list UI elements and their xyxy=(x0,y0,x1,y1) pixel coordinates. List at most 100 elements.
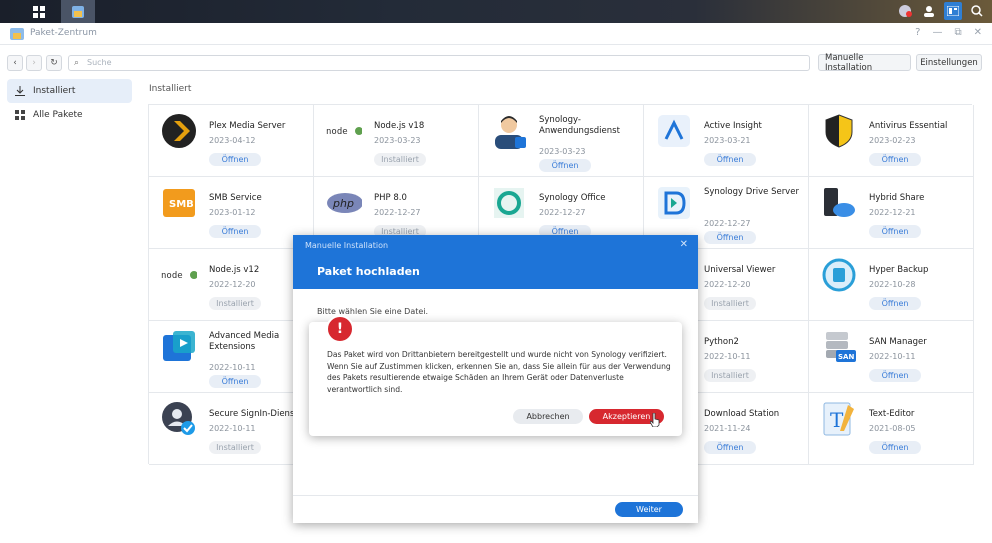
package-card[interactable]: Hybrid Share 2022-12-21 Öffnen xyxy=(809,177,974,249)
package-card[interactable]: T Text-Editor 2021-08-05 Öffnen xyxy=(809,393,974,465)
dialog-heading: Paket hochladen xyxy=(317,265,420,278)
text-editor-icon: T xyxy=(821,401,857,437)
widgets-icon[interactable] xyxy=(944,2,962,20)
package-name: Hybrid Share xyxy=(869,193,925,203)
open-button[interactable]: Öffnen xyxy=(869,441,921,454)
back-button[interactable]: ‹ xyxy=(7,55,23,71)
hyper-backup-icon xyxy=(821,257,857,293)
installed-badge: Installiert xyxy=(704,369,756,382)
open-button[interactable]: Öffnen xyxy=(869,153,921,166)
package-date: 2023-01-12 xyxy=(209,208,256,217)
package-date: 2022-12-27 xyxy=(374,208,421,217)
search-input[interactable]: ⌕ Suche xyxy=(68,55,810,71)
hand-cursor-icon xyxy=(650,413,660,427)
open-button[interactable]: Öffnen xyxy=(209,153,261,166)
package-card[interactable]: node Node.js v18 2023-03-23 Installiert xyxy=(314,105,479,177)
open-button[interactable]: Öffnen xyxy=(704,153,756,166)
search-icon[interactable] xyxy=(968,2,986,20)
package-name: Universal Viewer xyxy=(704,265,776,275)
download-icon xyxy=(15,86,25,96)
svg-text:node: node xyxy=(326,127,348,137)
smb-icon: SMB xyxy=(161,185,197,221)
package-card[interactable]: Secure SignIn-Diens 2022-10-11 Installie… xyxy=(149,393,314,465)
restore-button[interactable]: ⧉ xyxy=(954,27,961,38)
divider xyxy=(293,495,698,496)
package-card[interactable]: Hyper Backup 2022-10-28 Öffnen xyxy=(809,249,974,321)
package-name: SAN Manager xyxy=(869,337,927,347)
package-card[interactable]: Antivirus Essential 2023-02-23 Öffnen xyxy=(809,105,974,177)
taskbar-package-center[interactable] xyxy=(61,0,95,23)
window-title: Paket-Zentrum xyxy=(30,28,97,38)
package-date: 2023-02-23 xyxy=(869,136,916,145)
package-card[interactable]: SMB SMB Service 2023-01-12 Öffnen xyxy=(149,177,314,249)
package-card[interactable]: SAN SAN Manager 2022-10-11 Öffnen xyxy=(809,321,974,393)
package-date: 2022-12-21 xyxy=(869,208,916,217)
package-card[interactable]: node Node.js v12 2022-12-20 Installiert xyxy=(149,249,314,321)
package-name: Text-Editor xyxy=(869,409,915,419)
minimize-button[interactable]: — xyxy=(932,27,942,38)
active-insight-icon xyxy=(656,113,692,149)
notifications-icon[interactable] xyxy=(896,2,914,20)
open-button[interactable]: Öffnen xyxy=(209,375,261,388)
package-name: Plex Media Server xyxy=(209,121,286,131)
sidebar-item-label: Installiert xyxy=(33,86,76,96)
grid-icon xyxy=(15,110,25,120)
open-button[interactable]: Öffnen xyxy=(869,225,921,238)
package-card[interactable]: Active Insight 2023-03-21 Öffnen xyxy=(644,105,809,177)
package-date: 2022-12-20 xyxy=(209,280,256,289)
drive-icon xyxy=(656,185,692,221)
package-card[interactable]: Plex Media Server 2023-04-12 Öffnen xyxy=(149,105,314,177)
app-service-icon xyxy=(491,113,527,149)
open-button[interactable]: Öffnen xyxy=(704,441,756,454)
refresh-icon: ↻ xyxy=(50,58,58,68)
package-date: 2022-12-20 xyxy=(704,280,751,289)
package-date: 2021-11-24 xyxy=(704,424,751,433)
package-date: 2021-08-05 xyxy=(869,424,916,433)
chevron-right-icon: › xyxy=(32,58,36,68)
manual-install-button[interactable]: Manuelle Installation xyxy=(818,53,911,73)
user-icon[interactable] xyxy=(920,2,938,20)
dialog-header: Manuelle Installation ✕ Paket hochladen xyxy=(293,235,698,289)
section-title: Installiert xyxy=(149,84,192,94)
refresh-button[interactable]: ↻ xyxy=(46,55,62,71)
file-prompt: Bitte wählen Sie eine Datei. xyxy=(317,307,429,316)
main-menu-button[interactable] xyxy=(22,0,56,23)
package-name: Antivirus Essential xyxy=(869,121,948,131)
installed-badge: Installiert xyxy=(209,297,261,310)
php-icon: php xyxy=(326,185,362,221)
open-button[interactable]: Öffnen xyxy=(209,225,261,238)
media-extensions-icon xyxy=(161,329,197,365)
installed-badge: Installiert xyxy=(374,153,426,166)
secure-signin-icon xyxy=(161,401,197,437)
close-window-button[interactable]: ✕ xyxy=(974,27,982,38)
next-button[interactable]: Weiter xyxy=(615,502,683,517)
open-button[interactable]: Öffnen xyxy=(539,159,591,172)
open-button[interactable]: Öffnen xyxy=(704,231,756,244)
open-button[interactable]: Öffnen xyxy=(869,369,921,382)
package-card[interactable]: Synology-Anwendungsdienst 2023-03-23 Öff… xyxy=(479,105,644,177)
sidebar: Installiert Alle Pakete xyxy=(0,79,140,543)
package-date: 2022-12-27 xyxy=(704,219,751,228)
package-date: 2022-10-11 xyxy=(209,363,256,372)
help-button[interactable]: ? xyxy=(915,27,920,38)
open-button[interactable]: Öffnen xyxy=(869,297,921,310)
installed-badge: Installiert xyxy=(704,297,756,310)
settings-button[interactable]: Einstellungen xyxy=(916,54,982,71)
sidebar-item-all-packages[interactable]: Alle Pakete xyxy=(7,103,132,127)
package-date: 2022-12-27 xyxy=(539,208,586,217)
toolbar: ‹ › ↻ ⌕ Suche Manuelle Installation Eins… xyxy=(0,45,992,79)
sidebar-item-installed[interactable]: Installiert xyxy=(7,79,132,103)
package-date: 2023-04-12 xyxy=(209,136,256,145)
package-date: 2022-10-11 xyxy=(209,424,256,433)
package-card[interactable]: Advanced Media Extensions 2022-10-11 Öff… xyxy=(149,321,314,393)
window-titlebar: Paket-Zentrum ? — ⧉ ✕ xyxy=(0,23,992,45)
svg-text:node: node xyxy=(161,271,183,281)
package-name: Active Insight xyxy=(704,121,762,131)
package-name: Hyper Backup xyxy=(869,265,929,275)
package-date: 2022-10-11 xyxy=(704,352,751,361)
forward-button[interactable]: › xyxy=(26,55,42,71)
grid-icon xyxy=(33,5,45,18)
package-name: Synology Drive Server xyxy=(704,187,799,197)
cancel-button[interactable]: Abbrechen xyxy=(513,409,583,424)
close-icon[interactable]: ✕ xyxy=(680,239,688,250)
